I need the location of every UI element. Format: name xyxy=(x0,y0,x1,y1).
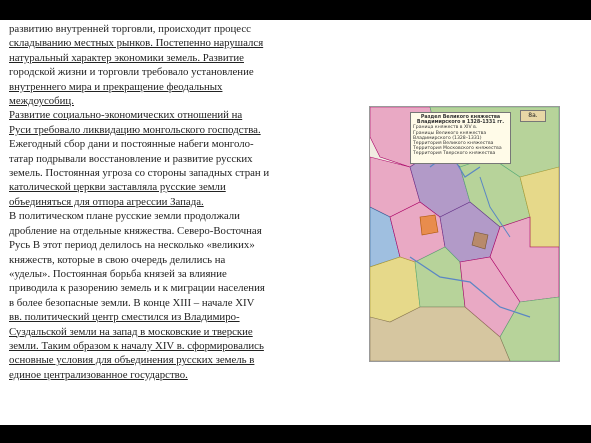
text-line: В политическом плане русские земли продо… xyxy=(9,209,329,223)
text-line: «уделы». Постоянная борьба князей за вли… xyxy=(9,267,329,281)
text-line: развитию внутренней торговли, происходит… xyxy=(9,22,329,36)
text-line: основные условия для объединения русских… xyxy=(9,353,329,367)
line-15: дробление на отдельные княжества. Северо… xyxy=(9,224,262,237)
line-10: татар подрывали восстановление и развити… xyxy=(9,152,253,165)
map-title: Раздел Великого княжества Владимирского … xyxy=(416,115,505,126)
text-line: татар подрывали восстановление и развити… xyxy=(9,152,329,166)
legend-item: Территория Тверского княжества xyxy=(413,151,496,157)
line-13: объединяться для отпора агрессии Запада. xyxy=(9,195,204,208)
line-7: Развитие социально-экономических отношен… xyxy=(9,109,243,122)
text-line: Русь В этот период делилось на несколько… xyxy=(9,238,329,252)
text-line: католической церкви заставляла русские з… xyxy=(9,180,329,194)
text-line: Развитие социально-экономических отношен… xyxy=(9,108,329,122)
map-legend: Раздел Великого княжества Владимирского … xyxy=(410,112,511,164)
text-line: Ежегодный сбор дани и постоянные набеги … xyxy=(9,137,329,151)
text-line: объединяться для отпора агрессии Запада. xyxy=(9,195,329,209)
line-5: внутреннего мира и прекращение феодальны… xyxy=(9,80,223,93)
text-line: натуральный характер экономики земель. Р… xyxy=(9,51,329,65)
text-line: складыванию местных рынков. Постепенно н… xyxy=(9,36,329,50)
document-text: развитию внутренней торговли, происходит… xyxy=(9,22,329,382)
text-line: единое централизованное государство. xyxy=(9,368,329,382)
line-16: Русь В этот период делилось на несколько… xyxy=(9,239,255,252)
map-number-badge: 8а. xyxy=(520,110,546,122)
line-9: Ежегодный сбор дани и постоянные набеги … xyxy=(9,138,254,151)
text-line: княжеств, которые в свою очередь делилис… xyxy=(9,253,329,267)
text-line: земли. Таким образом к началу XIV в. сфо… xyxy=(9,339,329,353)
line-6: междоусобиц. xyxy=(9,95,74,108)
line-3: натуральный характер экономики земель. Р… xyxy=(9,51,244,64)
line-22: Суздальской земли на запад в московские … xyxy=(9,325,253,338)
line-19: приводила к разорению земель и к миграци… xyxy=(9,282,265,295)
line-12: католической церкви заставляла русские з… xyxy=(9,181,226,194)
line-24: основные условия для объединения русских… xyxy=(9,354,255,367)
line-4: городской жизни и торговли требовало уст… xyxy=(9,66,254,79)
top-black-bar xyxy=(0,0,591,20)
line-21: вв. политический центр сместился из Влад… xyxy=(9,311,240,324)
line-23: земли. Таким образом к началу XIV в. сфо… xyxy=(9,339,264,352)
text-line: внутреннего мира и прекращение феодальны… xyxy=(9,80,329,94)
line-2: складыванию местных рынков. Постепенно н… xyxy=(9,37,264,50)
line-25: единое централизованное государство. xyxy=(9,368,188,381)
bottom-black-bar xyxy=(0,425,591,443)
text-line: вв. политический центр сместился из Влад… xyxy=(9,310,329,324)
text-line: городской жизни и торговли требовало уст… xyxy=(9,65,329,79)
line-1: развитию внутренней торговли, происходит… xyxy=(9,23,251,35)
text-line: Руси требовало ликвидацию монгольского г… xyxy=(9,123,329,137)
line-14: В политическом плане русские земли продо… xyxy=(9,210,240,223)
text-line: земель. Постоянная угроза со стороны зап… xyxy=(9,166,329,180)
text-line: Суздальской земли на запад в московские … xyxy=(9,325,329,339)
line-8: Руси требовало ликвидацию монгольского г… xyxy=(9,123,261,136)
line-11: земель. Постоянная угроза со стороны зап… xyxy=(9,167,270,180)
text-line: дробление на отдельные княжества. Северо… xyxy=(9,224,329,238)
line-20: в более безопасные земли. В конце XIII –… xyxy=(9,296,255,309)
line-18: «уделы». Постоянная борьба князей за вли… xyxy=(9,267,227,280)
legend-item: Границы Великого княжества Владимирского… xyxy=(413,130,487,141)
text-line: междоусобиц. xyxy=(9,94,329,108)
line-17: княжеств, которые в свою очередь делилис… xyxy=(9,253,226,266)
text-line: приводила к разорению земель и к миграци… xyxy=(9,281,329,295)
text-line: в более безопасные земли. В конце XIII –… xyxy=(9,296,329,310)
